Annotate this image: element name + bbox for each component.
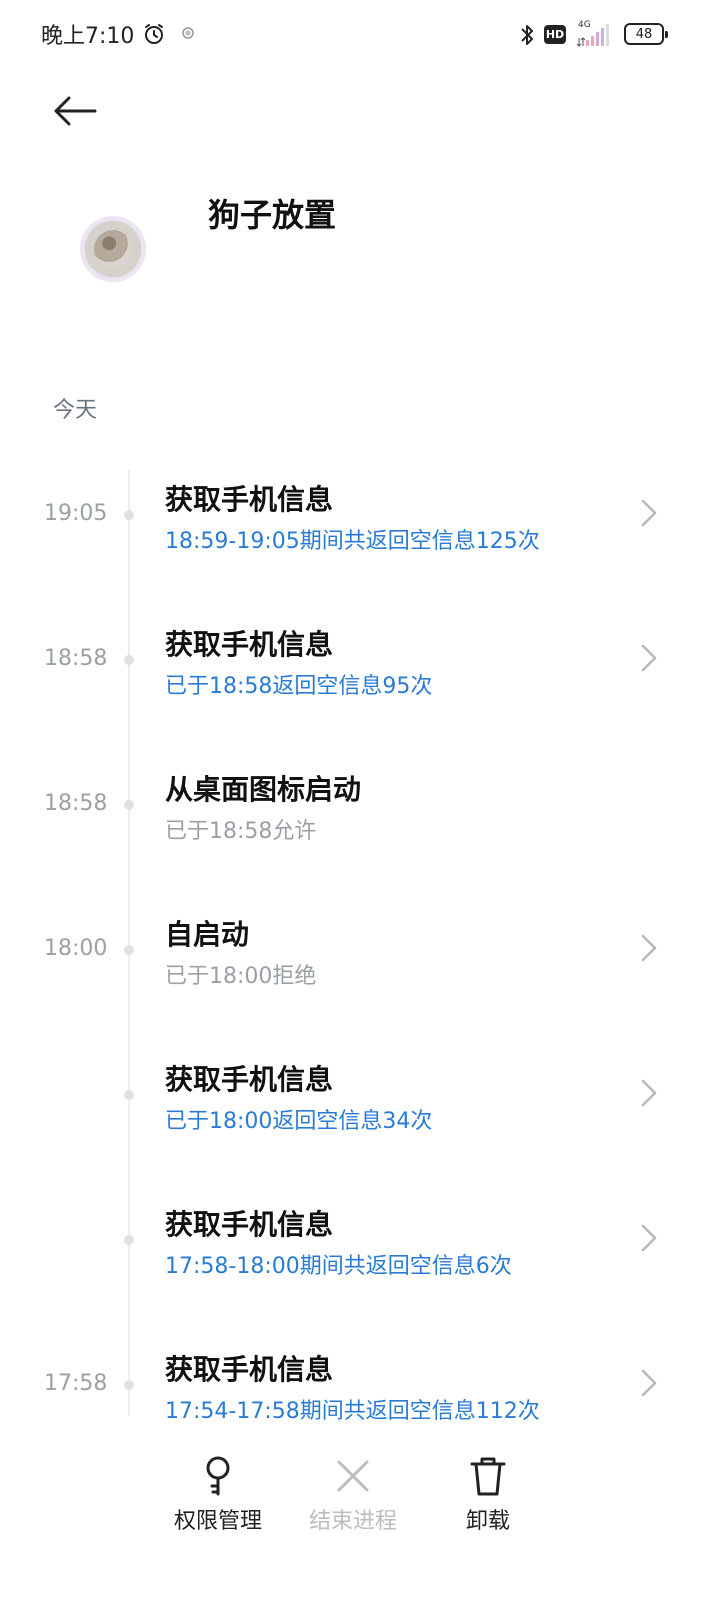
timeline-subtitle: 已于18:00拒绝 [165, 964, 317, 989]
timeline-item[interactable]: 18:00 自启动 已于18:00拒绝 [0, 903, 720, 1048]
key-icon [206, 1456, 230, 1496]
network-type: 4G [578, 20, 591, 30]
timeline-dot [124, 655, 134, 665]
timeline-item[interactable]: 获取手机信息 已于18:00返回空信息34次 [0, 1048, 720, 1193]
timeline-title: 获取手机信息 [165, 628, 334, 661]
close-icon [337, 1460, 369, 1492]
app-title: 狗子放置 [208, 196, 337, 234]
timeline-dot [124, 800, 134, 810]
chevron-right-icon [641, 499, 657, 527]
trash-icon [470, 1457, 506, 1496]
timeline-time: 19:05 [44, 501, 108, 526]
status-bar: 晚上7:10 HD 4G 48 [0, 0, 720, 70]
timeline-time: 17:58 [44, 1371, 108, 1396]
timeline-dot [124, 510, 134, 520]
timeline-item[interactable]: 获取手机信息 17:58-18:00期间共返回空信息6次 [0, 1193, 720, 1338]
timeline-title: 获取手机信息 [165, 1063, 334, 1096]
chevron-right-icon [641, 934, 657, 962]
timeline-time: 18:58 [44, 646, 108, 671]
timeline-title: 获取手机信息 [165, 483, 334, 516]
chevron-right-icon [641, 1224, 657, 1252]
section-label-today: 今天 [53, 398, 98, 423]
bottom-action-bar: 权限管理 结束进程 卸载 [0, 1420, 720, 1600]
timeline-title: 获取手机信息 [165, 1208, 334, 1241]
timeline-dot [124, 945, 134, 955]
alarm-icon [145, 24, 163, 44]
notification-dot-icon [182, 27, 194, 39]
hd-icon: HD [544, 25, 566, 44]
timeline-dot [124, 1380, 134, 1390]
timeline-dot [124, 1090, 134, 1100]
timeline-subtitle: 18:59-19:05期间共返回空信息125次 [165, 529, 540, 554]
timeline-dot [124, 1235, 134, 1245]
status-time: 晚上7:10 [41, 24, 135, 49]
back-button[interactable] [44, 86, 106, 136]
battery-icon: 48 [624, 23, 668, 45]
permissions-label: 权限管理 [173, 1509, 262, 1534]
timeline-item[interactable]: 19:05 获取手机信息 18:59-19:05期间共返回空信息125次 [0, 468, 720, 613]
uninstall-button[interactable]: 卸载 [433, 1454, 543, 1564]
timeline-time: 18:58 [44, 791, 108, 816]
end-process-button[interactable]: 结束进程 [298, 1454, 408, 1564]
timeline-time: 18:00 [44, 936, 108, 961]
timeline-item: 18:58 从桌面图标启动 已于18:58允许 [0, 758, 720, 903]
uninstall-label: 卸载 [465, 1509, 510, 1534]
timeline-title: 获取手机信息 [165, 1353, 334, 1386]
timeline-subtitle: 已于18:00返回空信息34次 [165, 1109, 433, 1134]
timeline-subtitle: 17:58-18:00期间共返回空信息6次 [165, 1254, 512, 1279]
timeline-title: 从桌面图标启动 [165, 773, 362, 806]
signal-icon: 4G [576, 20, 609, 47]
battery-level: 48 [635, 26, 653, 42]
timeline-title: 自启动 [165, 918, 250, 951]
timeline-subtitle: 已于18:58允许 [165, 819, 317, 844]
chevron-right-icon [641, 644, 657, 672]
bluetooth-icon [521, 25, 533, 45]
timeline-subtitle: 已于18:58返回空信息95次 [165, 674, 433, 699]
chevron-right-icon [641, 1079, 657, 1107]
end-process-label: 结束进程 [308, 1509, 397, 1534]
chevron-right-icon [641, 1369, 657, 1397]
permissions-button[interactable]: 权限管理 [163, 1454, 273, 1564]
back-arrow-icon [54, 96, 97, 126]
timeline-item[interactable]: 18:58 获取手机信息 已于18:58返回空信息95次 [0, 613, 720, 758]
app-icon [80, 216, 146, 282]
